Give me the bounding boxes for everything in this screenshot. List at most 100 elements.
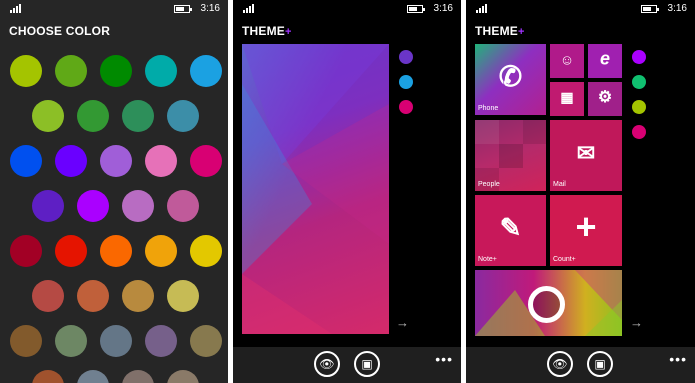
signal-icon: [243, 4, 257, 13]
color-swatch[interactable]: [32, 370, 64, 383]
next-arrow-icon[interactable]: →: [630, 315, 643, 330]
page-title: CHOOSE COLOR: [9, 24, 111, 38]
pencil-icon: ✎: [499, 211, 522, 242]
eye-icon[interactable]: 👁: [547, 351, 573, 377]
color-swatch[interactable]: [190, 325, 222, 357]
preview-triangles: [242, 44, 389, 334]
title-plus: +: [285, 26, 292, 38]
color-swatch[interactable]: [77, 190, 109, 222]
color-swatch[interactable]: [32, 100, 64, 132]
tile-note-label: Note+: [478, 256, 497, 263]
color-swatch[interactable]: [77, 100, 109, 132]
color-swatch[interactable]: [190, 235, 222, 267]
clock: 3:16: [200, 3, 220, 14]
tile-mail[interactable]: ✉ Mail: [550, 120, 622, 191]
save-icon[interactable]: ▣: [587, 351, 613, 377]
gear-icon: ⚙: [597, 89, 613, 106]
tile-phone-label: Phone: [478, 105, 499, 112]
save-icon[interactable]: ▣: [354, 351, 380, 377]
tile-people[interactable]: People: [475, 120, 546, 191]
tile-messaging[interactable]: ☺: [550, 44, 584, 78]
accent-color-dot[interactable]: [632, 50, 646, 64]
more-menu-icon[interactable]: •••: [435, 351, 453, 367]
internet-explorer-icon: e: [599, 48, 610, 69]
eye-icon[interactable]: 👁: [314, 351, 340, 377]
signal-icon: [476, 4, 490, 13]
title-plus: +: [518, 26, 525, 38]
color-swatch[interactable]: [145, 325, 177, 357]
color-swatch[interactable]: [190, 55, 222, 87]
tile-people-label: People: [478, 181, 500, 188]
battery-icon: [641, 5, 659, 13]
color-swatch[interactable]: [145, 55, 177, 87]
color-swatch[interactable]: [167, 100, 199, 132]
color-swatch[interactable]: [167, 370, 199, 383]
store-icon: ▦: [560, 88, 574, 105]
accent-color-dot[interactable]: [632, 75, 646, 89]
color-swatch[interactable]: [167, 280, 199, 312]
color-swatch[interactable]: [77, 280, 109, 312]
color-swatch[interactable]: [10, 145, 42, 177]
tile-count-label: Count+: [553, 256, 576, 263]
title-text: THEME: [475, 24, 518, 38]
color-swatch[interactable]: [100, 55, 132, 87]
color-swatch[interactable]: [55, 325, 87, 357]
loading-ring-icon: [528, 286, 565, 323]
battery-icon: [407, 5, 425, 13]
wallpaper-preview[interactable]: [242, 44, 389, 334]
color-swatch[interactable]: [100, 145, 132, 177]
tile-wallpaper[interactable]: [475, 270, 622, 336]
color-swatch[interactable]: [10, 55, 42, 87]
page-title: THEME+: [242, 24, 292, 38]
app-bar: 👁 ▣ •••: [233, 347, 461, 383]
color-swatch[interactable]: [10, 235, 42, 267]
color-swatch[interactable]: [77, 370, 109, 383]
color-swatch[interactable]: [167, 190, 199, 222]
clock: 3:16: [433, 3, 453, 14]
tile-settings[interactable]: ⚙: [588, 82, 622, 116]
tile-internet-explorer[interactable]: e: [588, 44, 622, 78]
theme-preview-screen: 3:16 THEME+ → 👁 ▣ •••: [233, 0, 461, 383]
color-swatch[interactable]: [122, 100, 154, 132]
status-bar: 3:16: [0, 0, 228, 18]
next-arrow-icon[interactable]: →: [396, 315, 409, 330]
status-bar: 3:16: [233, 0, 461, 18]
color-swatch[interactable]: [100, 235, 132, 267]
page-title: THEME+: [475, 24, 525, 38]
outlook-mail-icon: ✉: [576, 139, 596, 165]
tile-note[interactable]: ✎ Note+: [475, 195, 546, 266]
tile-count[interactable]: + Count+: [550, 195, 622, 266]
messaging-icon: ☺: [559, 51, 575, 68]
color-swatch[interactable]: [190, 145, 222, 177]
accent-color-dot[interactable]: [399, 75, 413, 89]
color-swatch[interactable]: [145, 235, 177, 267]
choose-color-screen: 3:16 CHOOSE COLOR: [0, 0, 228, 383]
start-screen-preview: 3:16 THEME+ ✆ Phone ☺ e ▦ ⚙ People ✉ Mai…: [466, 0, 695, 383]
color-swatch[interactable]: [145, 145, 177, 177]
color-swatch[interactable]: [55, 235, 87, 267]
color-swatch[interactable]: [55, 145, 87, 177]
color-swatch[interactable]: [32, 190, 64, 222]
title-text: THEME: [242, 24, 285, 38]
color-swatch[interactable]: [10, 325, 42, 357]
signal-icon: [10, 4, 24, 13]
accent-color-dot[interactable]: [399, 100, 413, 114]
color-swatch[interactable]: [122, 280, 154, 312]
tile-phone[interactable]: ✆ Phone: [475, 44, 546, 115]
color-swatch[interactable]: [32, 280, 64, 312]
plus-icon: +: [575, 205, 597, 247]
accent-color-dot[interactable]: [399, 50, 413, 64]
battery-icon: [174, 5, 192, 13]
app-bar: 👁 ▣ •••: [466, 347, 695, 383]
tile-store[interactable]: ▦: [550, 82, 584, 116]
color-swatch[interactable]: [122, 190, 154, 222]
color-swatch[interactable]: [122, 370, 154, 383]
color-swatch[interactable]: [55, 55, 87, 87]
phone-icon: ✆: [498, 60, 523, 92]
more-menu-icon[interactable]: •••: [669, 351, 687, 367]
accent-color-dot[interactable]: [632, 125, 646, 139]
clock: 3:16: [667, 3, 687, 14]
accent-color-dot[interactable]: [632, 100, 646, 114]
color-swatch[interactable]: [100, 325, 132, 357]
status-bar: 3:16: [466, 0, 695, 18]
